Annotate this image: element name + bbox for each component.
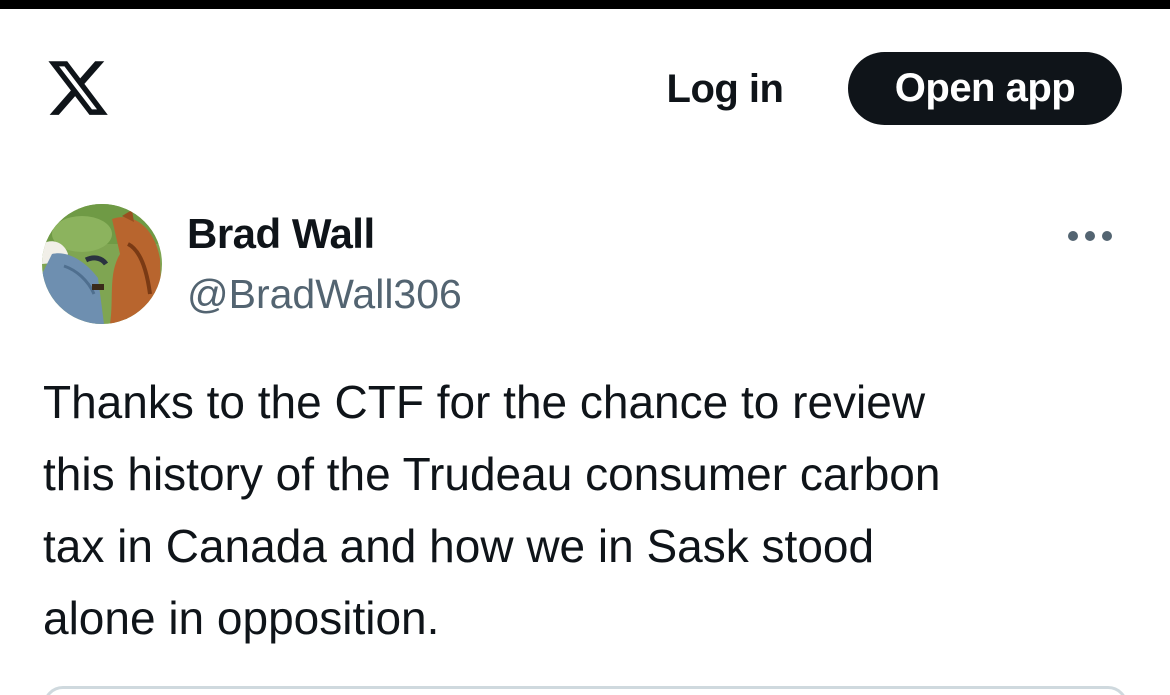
more-dots-icon[interactable] [1062,218,1118,254]
more-dot [1068,231,1078,241]
more-dot [1085,231,1095,241]
login-link[interactable]: Log in [640,64,810,114]
tweet-text: Thanks to the CTF for the chance to revi… [43,376,941,644]
tweet-page: Log in Open app Brad Wall @BradWall306 T… [0,0,1170,695]
top-header: Log in Open app [0,9,1170,159]
link-card-preview[interactable] [43,686,1128,695]
open-app-button[interactable]: Open app [848,52,1122,125]
author-handle[interactable]: @BradWall306 [187,268,462,320]
status-bar-strip [0,0,1170,9]
x-logo-icon[interactable] [45,54,111,122]
avatar[interactable] [42,204,162,324]
more-dot [1102,231,1112,241]
author-name[interactable]: Brad Wall [187,208,375,260]
